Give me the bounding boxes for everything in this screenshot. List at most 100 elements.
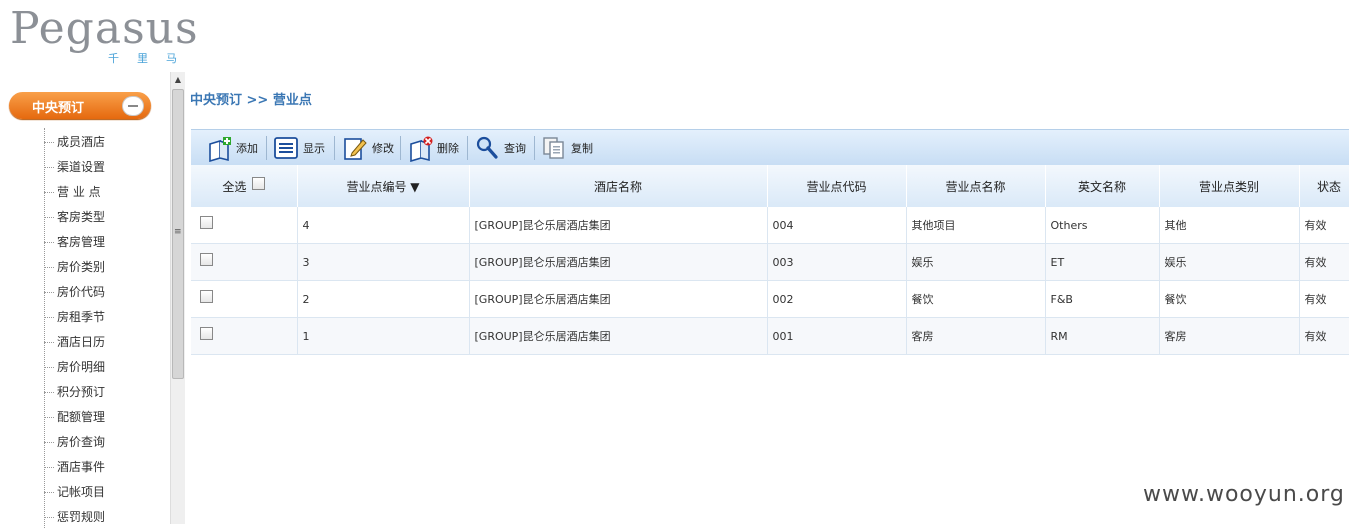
table-row[interactable]: 1 [GROUP]昆仑乐居酒店集团 001 客房 RM 客房 有效	[191, 317, 1349, 355]
hotel-name-cell: [GROUP]昆仑乐居酒店集团	[469, 243, 768, 281]
delete-icon	[408, 136, 433, 163]
select-all-header: 全选	[191, 165, 298, 207]
sidebar-item[interactable]: 配额管理	[44, 405, 105, 430]
sidebar-header[interactable]: 中央预订	[9, 92, 151, 119]
table-row[interactable]: 4 [GROUP]昆仑乐居酒店集团 004 其他项目 Others 其他 有效	[191, 207, 1349, 244]
pegasus-logo: Pegasus 千里马	[10, 4, 200, 66]
hotel-name-cell: [GROUP]昆仑乐居酒店集团	[469, 317, 768, 355]
add-button[interactable]: 添加	[207, 130, 258, 166]
outlet-number-cell: 4	[297, 207, 470, 244]
hotel-name-cell: [GROUP]昆仑乐居酒店集团	[469, 280, 768, 318]
row-checkbox[interactable]	[200, 216, 213, 229]
copy-icon	[542, 136, 566, 160]
row-checkbox[interactable]	[200, 253, 213, 266]
sidebar-menu: 成员酒店 渠道设置 营 业 点 客房类型 客房管理 房价类别 房价代码 房租季节…	[44, 130, 105, 530]
search-icon	[475, 136, 499, 160]
sidebar-item[interactable]: 记帐项目	[44, 480, 105, 505]
outlet-table: 全选 营业点编号 ▼ 酒店名称 营业点代码 营业点名称 英文名称 营业点类别 状…	[191, 165, 1349, 355]
row-select-cell	[191, 207, 298, 244]
logo-subtitle: 千里马	[108, 52, 195, 65]
delete-label: 删除	[437, 142, 459, 155]
table-row[interactable]: 3 [GROUP]昆仑乐居酒店集团 003 娱乐 ET 娱乐 有效	[191, 243, 1349, 281]
list-view-icon	[274, 136, 298, 160]
watermark: www.wooyun.org	[1143, 482, 1345, 507]
outlet-name-cell: 客房	[906, 317, 1046, 355]
toolbar-separator	[400, 136, 401, 160]
edit-label: 修改	[372, 142, 394, 155]
sidebar-item[interactable]: 酒店日历	[44, 330, 105, 355]
column-header-status[interactable]: 状态	[1299, 165, 1349, 207]
copy-button[interactable]: 复制	[542, 130, 593, 166]
sidebar-item[interactable]: 房价查询	[44, 430, 105, 455]
row-select-cell	[191, 243, 298, 281]
add-icon	[207, 136, 231, 163]
column-header-outlet-name[interactable]: 营业点名称	[906, 165, 1046, 207]
outlet-code-cell: 001	[767, 317, 907, 355]
sidebar: 中央预订 成员酒店 渠道设置 营 业 点 客房类型 客房管理 房价类别 房价代码…	[0, 78, 170, 528]
sidebar-item[interactable]: 渠道设置	[44, 155, 105, 180]
status-cell: 有效	[1299, 280, 1349, 318]
toolbar-separator	[334, 136, 335, 160]
row-checkbox[interactable]	[200, 290, 213, 303]
outlet-code-cell: 003	[767, 243, 907, 281]
outlet-code-cell: 004	[767, 207, 907, 244]
row-select-cell	[191, 317, 298, 355]
column-header-english-name[interactable]: 英文名称	[1045, 165, 1160, 207]
toolbar-separator	[534, 136, 535, 160]
outlet-code-cell: 002	[767, 280, 907, 318]
copy-label: 复制	[571, 142, 593, 155]
sidebar-item[interactable]: 房租季节	[44, 305, 105, 330]
edit-button[interactable]: 修改	[343, 130, 394, 166]
add-label: 添加	[236, 142, 258, 155]
outlet-number-cell: 1	[297, 317, 470, 355]
outlet-type-cell: 客房	[1159, 317, 1300, 355]
outlet-type-cell: 其他	[1159, 207, 1300, 244]
select-all-checkbox[interactable]	[252, 176, 266, 190]
view-button[interactable]: 显示	[274, 130, 325, 166]
hotel-name-cell: [GROUP]昆仑乐居酒店集团	[469, 207, 768, 244]
outlet-number-cell: 3	[297, 243, 470, 281]
sidebar-item[interactable]: 惩罚规则	[44, 505, 105, 530]
sidebar-item[interactable]: 房价明细	[44, 355, 105, 380]
scroll-up-icon[interactable]: ▲	[171, 72, 185, 88]
sidebar-scrollbar[interactable]: ▲ ≡	[170, 72, 185, 524]
status-cell: 有效	[1299, 207, 1349, 244]
column-header-outlet-code[interactable]: 营业点代码	[767, 165, 907, 207]
english-name-cell: ET	[1045, 243, 1160, 281]
sidebar-item[interactable]: 客房管理	[44, 230, 105, 255]
logo-wordmark: Pegasus	[10, 3, 199, 54]
english-name-cell: Others	[1045, 207, 1160, 244]
sidebar-item[interactable]: 积分预订	[44, 380, 105, 405]
sidebar-header-label: 中央预订	[32, 101, 85, 116]
query-button[interactable]: 查询	[475, 130, 526, 166]
column-header-outlet-number[interactable]: 营业点编号 ▼	[297, 165, 470, 207]
toolbar: 添加 显示 修改 删除 查询 复制	[191, 129, 1349, 166]
sidebar-item[interactable]: 营 业 点	[44, 180, 105, 205]
query-label: 查询	[504, 142, 526, 155]
table-row[interactable]: 2 [GROUP]昆仑乐居酒店集团 002 餐饮 F&B 餐饮 有效	[191, 280, 1349, 318]
scroll-grip-icon: ≡	[174, 227, 182, 237]
sidebar-item[interactable]: 房价代码	[44, 280, 105, 305]
select-all-label: 全选	[222, 179, 247, 194]
outlet-name-cell: 其他项目	[906, 207, 1046, 244]
status-cell: 有效	[1299, 317, 1349, 355]
outlet-type-cell: 餐饮	[1159, 280, 1300, 318]
toolbar-separator	[266, 136, 267, 160]
collapse-icon[interactable]	[122, 96, 144, 116]
sidebar-item[interactable]: 房价类别	[44, 255, 105, 280]
sidebar-item[interactable]: 酒店事件	[44, 455, 105, 480]
breadcrumb: 中央预订 >> 营业点	[190, 93, 312, 108]
view-label: 显示	[303, 142, 325, 155]
status-cell: 有效	[1299, 243, 1349, 281]
table-header-row: 全选 营业点编号 ▼ 酒店名称 营业点代码 营业点名称 英文名称 营业点类别 状…	[191, 165, 1349, 207]
column-header-hotel-name[interactable]: 酒店名称	[469, 165, 768, 207]
english-name-cell: RM	[1045, 317, 1160, 355]
english-name-cell: F&B	[1045, 280, 1160, 318]
column-header-outlet-type[interactable]: 营业点类别	[1159, 165, 1300, 207]
outlet-type-cell: 娱乐	[1159, 243, 1300, 281]
sidebar-item[interactable]: 成员酒店	[44, 130, 105, 155]
delete-button[interactable]: 删除	[408, 130, 459, 166]
outlet-name-cell: 餐饮	[906, 280, 1046, 318]
sidebar-item[interactable]: 客房类型	[44, 205, 105, 230]
row-checkbox[interactable]	[200, 327, 213, 340]
